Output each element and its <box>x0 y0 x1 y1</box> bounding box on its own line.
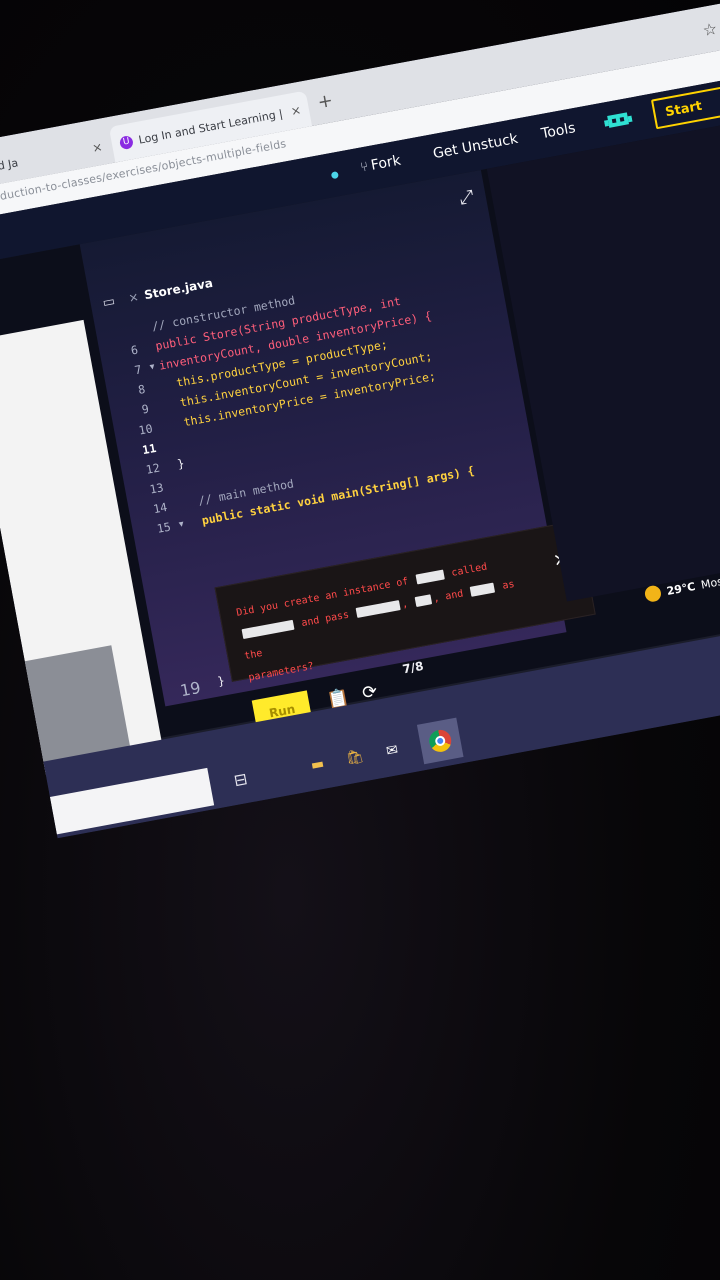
photo-background: ct-Oriented Ja × U Log In and Start Lear… <box>0 0 720 1280</box>
line-number: 19 <box>178 677 203 701</box>
hint-text-7: parameters? <box>247 660 315 684</box>
redacted-blank <box>470 582 496 597</box>
monitor-screen: ct-Oriented Ja × U Log In and Start Lear… <box>0 0 720 839</box>
task-view-icon[interactable]: ⊟ <box>232 769 249 790</box>
weather-moon-icon <box>643 584 663 604</box>
close-file-icon[interactable]: × <box>127 290 139 306</box>
folder-icon[interactable]: ▭ <box>101 293 116 310</box>
redacted-blank <box>355 600 401 618</box>
fork-label: Fork <box>369 152 403 174</box>
close-tab-icon[interactable]: × <box>290 103 302 119</box>
mail-icon[interactable]: ✉ <box>379 738 405 764</box>
hint-text-5: , and <box>432 588 465 605</box>
store-icon[interactable]: 🛍 <box>342 745 368 771</box>
code-editor: ⤢ ▭ × Store.java // constructor method 6… <box>79 169 596 733</box>
fork-icon: ⑂ <box>359 159 370 176</box>
status-dot-icon <box>330 171 339 180</box>
bookmark-star-icon[interactable]: ☆ <box>701 19 719 40</box>
file-explorer-icon[interactable]: ▬ <box>305 752 331 778</box>
chrome-taskbar-button[interactable] <box>416 717 464 765</box>
hint-text-3: and pass <box>300 609 350 630</box>
fork-button[interactable]: ⑂Fork <box>359 153 402 176</box>
udemy-favicon-icon: U <box>118 134 134 150</box>
redacted-blank <box>414 594 433 607</box>
hint-text-4: , <box>401 598 410 611</box>
redacted-blank <box>415 569 445 585</box>
new-tab-button[interactable]: + <box>316 90 335 113</box>
file-name[interactable]: Store.java <box>143 276 214 302</box>
chrome-icon <box>427 728 454 754</box>
close-tab-icon[interactable]: × <box>91 140 103 156</box>
robot-icon[interactable] <box>602 108 633 133</box>
expand-icon[interactable]: ⤢ <box>457 186 475 209</box>
taskbar-search-box[interactable] <box>49 767 215 835</box>
start-label: Start <box>664 98 704 120</box>
tools-button[interactable]: Tools <box>540 120 577 142</box>
get-unstuck-button[interactable]: Get Unstuck <box>432 131 519 162</box>
hint-text-2: called <box>450 561 489 579</box>
redacted-blank <box>241 619 295 640</box>
